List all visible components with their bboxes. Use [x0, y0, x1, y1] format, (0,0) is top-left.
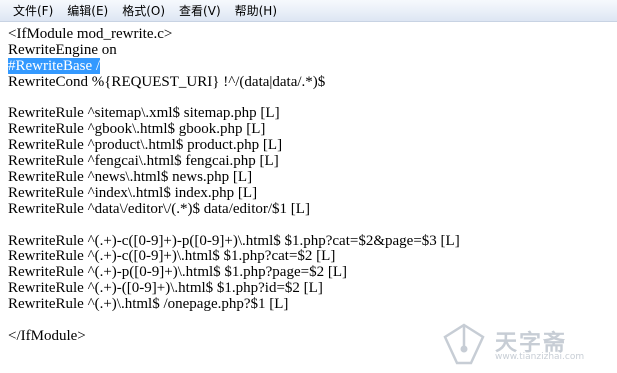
- text-line: RewriteRule ^sitemap\.xml$ sitemap.php […: [8, 105, 280, 122]
- text-line: RewriteRule ^(.+)-p([0-9]+)\.html$ $1.ph…: [8, 264, 347, 281]
- text-editor-area[interactable]: <IfModule mod_rewrite.c> RewriteEngine o…: [0, 23, 604, 373]
- text-line: [8, 313, 604, 329]
- text-line: </IfModule>: [8, 327, 86, 344]
- text-line: RewriteRule ^(.+)-([0-9]+)\.html$ $1.php…: [8, 280, 323, 297]
- text-selection: #RewriteBase /: [8, 57, 101, 74]
- text-line: [8, 218, 604, 234]
- menu-view[interactable]: 查看(V): [172, 1, 228, 21]
- text-line: RewriteEngine on: [8, 41, 117, 58]
- menu-bar: 文件(F) 编辑(E) 格式(O) 查看(V) 帮助(H): [0, 0, 617, 22]
- notepad-window: 文件(F) 编辑(E) 格式(O) 查看(V) 帮助(H) <IfModule …: [0, 0, 617, 373]
- text-line: RewriteRule ^(.+)-c([0-9]+)-p([0-9]+)\.h…: [8, 232, 460, 249]
- text-line: [8, 91, 604, 107]
- text-line: RewriteRule ^index\.html$ index.php [L]: [8, 184, 258, 201]
- text-line: RewriteRule ^(.+)-c([0-9]+)\.html$ $1.ph…: [8, 248, 336, 265]
- text-line: RewriteRule ^(.+)\.html$ /onepage.php?$1…: [8, 296, 289, 313]
- menu-edit[interactable]: 编辑(E): [60, 1, 115, 21]
- text-line: RewriteRule ^news\.html$ news.php [L]: [8, 169, 253, 186]
- menu-help[interactable]: 帮助(H): [228, 1, 284, 21]
- text-line: <IfModule mod_rewrite.c>: [8, 26, 173, 42]
- menu-format[interactable]: 格式(O): [115, 1, 172, 21]
- text-line: RewriteRule ^data\/editor\/(.*)$ data/ed…: [8, 200, 310, 217]
- text-line: RewriteRule ^product\.html$ product.php …: [8, 137, 283, 154]
- text-line: RewriteRule ^fengcai\.html$ fengcai.php …: [8, 153, 279, 170]
- text-line: RewriteCond %{REQUEST_URI} !^/(data|data…: [8, 73, 326, 90]
- text-line: RewriteRule ^gbook\.html$ gbook.php [L]: [8, 121, 266, 138]
- text-line-selected: #RewriteBase /: [8, 57, 604, 75]
- menu-file[interactable]: 文件(F): [6, 1, 60, 21]
- vertical-scrollbar[interactable]: [604, 23, 617, 373]
